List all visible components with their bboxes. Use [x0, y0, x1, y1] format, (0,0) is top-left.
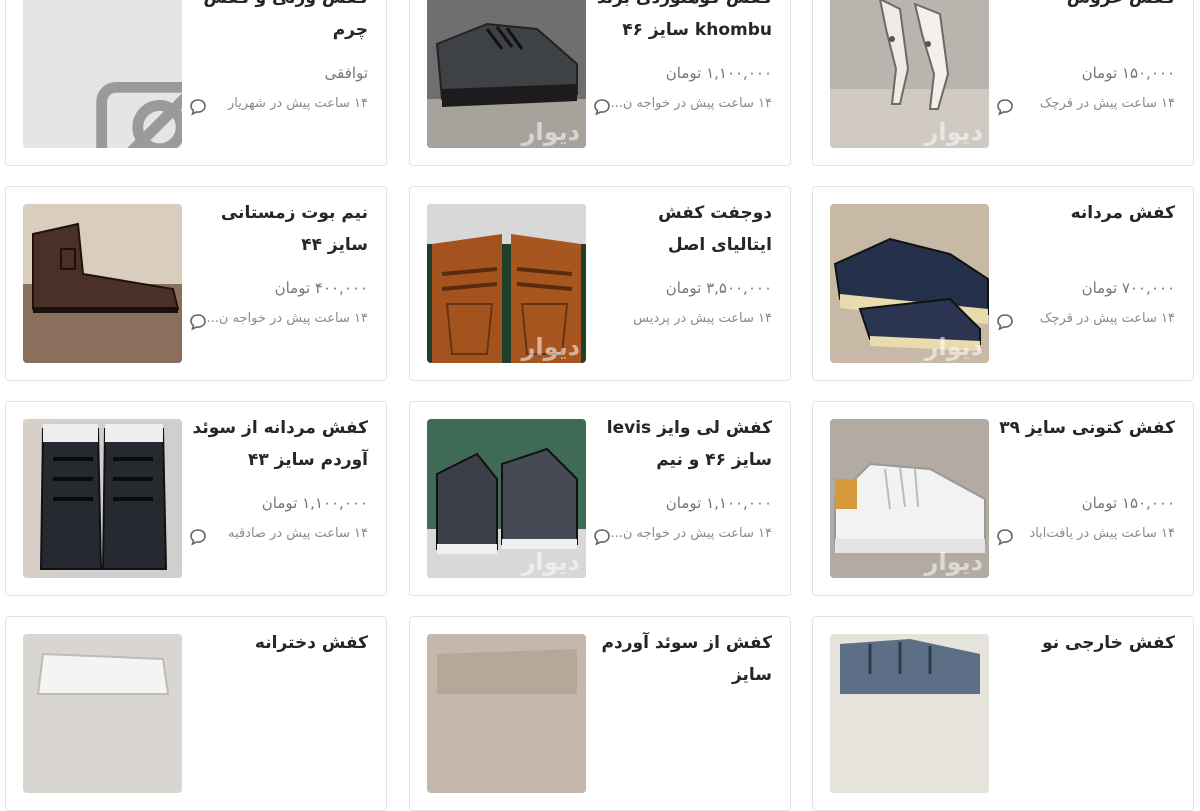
listing-price: ۱۵۰,۰۰۰ تومان	[1081, 494, 1175, 512]
watermark: دیوار	[521, 118, 580, 146]
chat-icon[interactable]	[189, 98, 207, 116]
listing-meta: ۱۴ ساعت پیش در خواجه ن...	[610, 526, 772, 541]
watermark: دیوار	[924, 548, 983, 576]
listing-price: ۳,۵۰۰,۰۰۰ تومان	[665, 279, 772, 297]
chat-icon[interactable]	[593, 98, 611, 116]
listing-image[interactable]	[830, 634, 989, 793]
listing-meta: ۱۴ ساعت پیش در صادقیه	[228, 526, 368, 541]
listing-meta: ۱۴ ساعت پیش در خواجه ن...	[206, 311, 368, 326]
listing-title[interactable]: کفش ورنی و کفش چرم	[188, 0, 368, 46]
watermark: دیوار	[924, 118, 983, 146]
listing-card[interactable]: کفش خارجی نو	[812, 616, 1194, 811]
listing-image[interactable]: دیوار	[830, 204, 989, 363]
listings-grid: دیوار کفش عروس ۱۵۰,۰۰۰ تومان ۱۴ ساعت پیش…	[0, 0, 1200, 811]
listing-price: ۱,۱۰۰,۰۰۰ تومان	[665, 494, 772, 512]
listing-card[interactable]: نیم بوت زمستانی سایز ۴۴ ۴۰۰,۰۰۰ تومان ۱۴…	[5, 186, 387, 381]
listing-card[interactable]: کفش مردانه از سوئد آوردم سایز ۴۳ ۱,۱۰۰,۰…	[5, 401, 387, 596]
listing-meta: ۱۴ ساعت پیش در پردیس	[633, 311, 772, 326]
listing-meta: ۱۴ ساعت پیش در یافت‌آباد	[1029, 526, 1175, 541]
listing-meta: ۱۴ ساعت پیش در شهریار	[228, 96, 368, 111]
listing-title[interactable]: کفش خارجی نو	[995, 627, 1175, 659]
chat-icon[interactable]	[189, 528, 207, 546]
listing-card[interactable]: کفش دخترانه	[5, 616, 387, 811]
chat-icon[interactable]	[593, 528, 611, 546]
listing-image[interactable]: دیوار	[830, 419, 989, 578]
listing-card[interactable]: دیوار کفش لی وایز levis سایز ۴۶ و نیم ۱,…	[409, 401, 791, 596]
listing-meta: ۱۴ ساعت پیش در قرچک	[1039, 311, 1175, 326]
listing-card[interactable]: دیوار دوجفت کفش ایتالیای اصل ۳,۵۰۰,۰۰۰ ت…	[409, 186, 791, 381]
listing-card[interactable]: دیوار کفش کتونی سایز ۳۹ ۱۵۰,۰۰۰ تومان ۱۴…	[812, 401, 1194, 596]
listing-image[interactable]	[23, 634, 182, 793]
watermark: دیوار	[521, 333, 580, 361]
listing-card[interactable]: دیوار کفش مردانه ۷۰۰,۰۰۰ تومان ۱۴ ساعت پ…	[812, 186, 1194, 381]
listing-meta: ۱۴ ساعت پیش در خواجه ن...	[610, 96, 772, 111]
listing-image[interactable]: دیوار	[427, 0, 586, 148]
listing-image[interactable]: دیوار	[427, 419, 586, 578]
listing-price: ۴۰۰,۰۰۰ تومان	[274, 279, 368, 297]
listing-price: ۷۰۰,۰۰۰ تومان	[1081, 279, 1175, 297]
listing-image[interactable]: دیوار	[830, 0, 989, 148]
listing-card[interactable]: دیوار کفش کوهنوردی برند khombu سایز ۴۶ ۱…	[409, 0, 791, 166]
listing-image[interactable]	[23, 419, 182, 578]
listing-price: ۱,۱۰۰,۰۰۰ تومان	[261, 494, 368, 512]
listing-card[interactable]: کفش ورنی و کفش چرم توافقی ۱۴ ساعت پیش در…	[5, 0, 387, 166]
no-image-icon	[96, 81, 182, 148]
listing-title[interactable]: نیم بوت زمستانی سایز ۴۴	[188, 197, 368, 261]
listing-image[interactable]	[427, 634, 586, 793]
listing-price: ۱,۱۰۰,۰۰۰ تومان	[665, 64, 772, 82]
chat-icon[interactable]	[996, 528, 1014, 546]
listing-title[interactable]: کفش کتونی سایز ۳۹	[995, 412, 1175, 444]
listing-meta: ۱۴ ساعت پیش در قرچک	[1039, 96, 1175, 111]
listing-price: توافقی	[324, 64, 368, 82]
listing-title[interactable]: کفش عروس	[995, 0, 1175, 14]
listing-image[interactable]	[23, 0, 182, 148]
listing-title[interactable]: کفش مردانه از سوئد آوردم سایز ۴۳	[188, 412, 368, 476]
watermark: دیوار	[924, 333, 983, 361]
listing-title[interactable]: کفش کوهنوردی برند khombu سایز ۴۶	[592, 0, 772, 46]
listing-card[interactable]: دیوار کفش عروس ۱۵۰,۰۰۰ تومان ۱۴ ساعت پیش…	[812, 0, 1194, 166]
listing-title[interactable]: دوجفت کفش ایتالیای اصل	[592, 197, 772, 261]
listing-price: ۱۵۰,۰۰۰ تومان	[1081, 64, 1175, 82]
listing-image[interactable]: دیوار	[427, 204, 586, 363]
listing-title[interactable]: کفش لی وایز levis سایز ۴۶ و نیم	[592, 412, 772, 476]
listing-title[interactable]: کفش مردانه	[995, 197, 1175, 229]
chat-icon[interactable]	[189, 313, 207, 331]
listing-title[interactable]: کفش دخترانه	[188, 627, 368, 659]
watermark: دیوار	[521, 548, 580, 576]
chat-icon[interactable]	[996, 98, 1014, 116]
chat-icon[interactable]	[996, 313, 1014, 331]
listing-title[interactable]: کفش از سوئد آوردم سایز	[592, 627, 772, 691]
listing-image[interactable]	[23, 204, 182, 363]
listing-card[interactable]: کفش از سوئد آوردم سایز	[409, 616, 791, 811]
